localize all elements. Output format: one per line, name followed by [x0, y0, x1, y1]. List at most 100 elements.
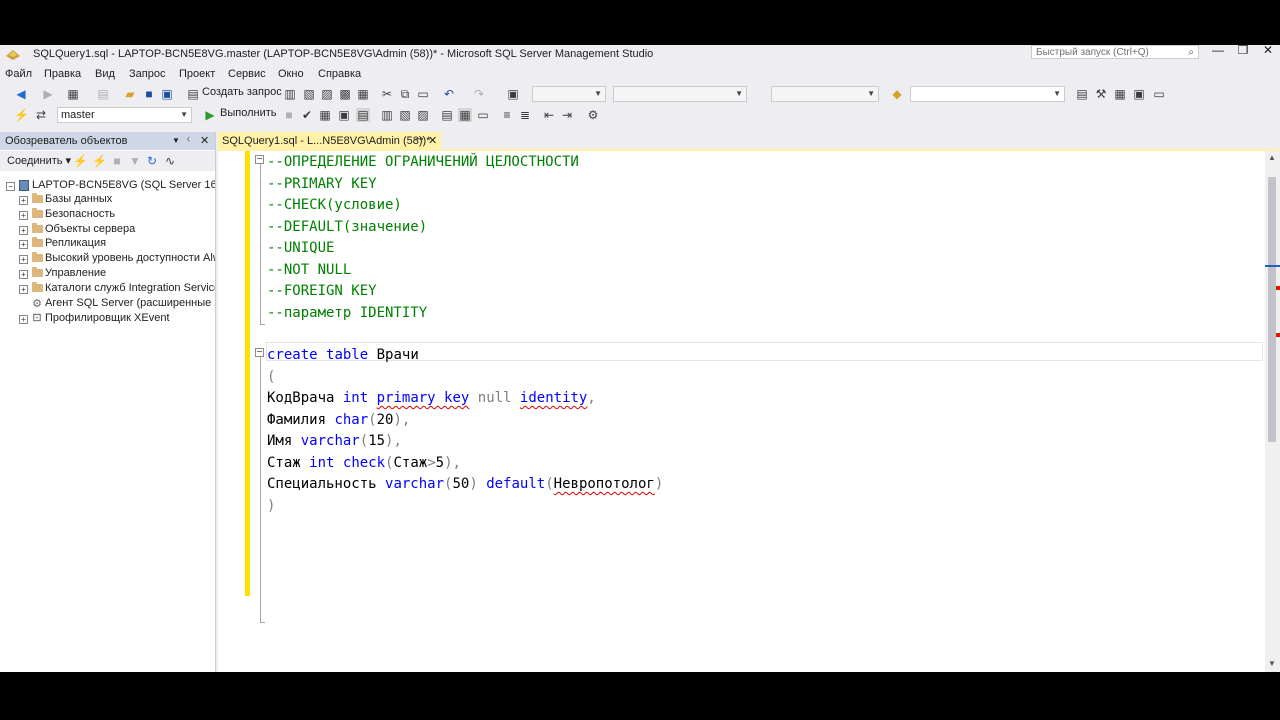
expand-icon[interactable]: +: [19, 270, 28, 279]
connect-icon[interactable]: ⚡: [73, 154, 88, 168]
vertical-scrollbar[interactable]: ▲ ▼: [1265, 151, 1280, 672]
live-stats-icon[interactable]: ▧: [398, 108, 412, 122]
debug-target-dropdown[interactable]: ▼: [771, 86, 879, 102]
object-explorer-tree: − LAPTOP-BCN5E8VG (SQL Server 16.0.100 +…: [0, 172, 215, 672]
intellisense-icon[interactable]: ▤: [356, 108, 370, 122]
maximize-button[interactable]: ❐: [1231, 45, 1255, 59]
menu-tools[interactable]: Сервис: [228, 68, 266, 80]
connect-icon[interactable]: ⚡: [14, 108, 29, 122]
sql-operator: >: [427, 454, 436, 471]
copy-icon[interactable]: ⧉: [398, 87, 412, 101]
expand-icon[interactable]: +: [19, 285, 28, 294]
expand-icon[interactable]: +: [19, 255, 28, 264]
open-file-icon[interactable]: ▰: [123, 87, 137, 101]
results-file-icon[interactable]: ▭: [476, 108, 490, 122]
scroll-down-icon[interactable]: ▼: [1268, 659, 1276, 668]
close-window-button[interactable]: ✕: [1256, 45, 1280, 59]
parse-icon[interactable]: ✔: [300, 108, 314, 122]
quick-launch-input[interactable]: Быстрый запуск (Ctrl+Q) ⌕: [1031, 45, 1199, 59]
comment-icon[interactable]: ≡: [500, 108, 514, 122]
find-in-files-icon[interactable]: ◆: [890, 87, 904, 101]
menu-window[interactable]: Окно: [278, 68, 304, 80]
expand-icon[interactable]: +: [19, 226, 28, 235]
menu-project[interactable]: Проект: [179, 68, 215, 80]
menu-file[interactable]: Файл: [5, 68, 32, 80]
mdx-query-icon[interactable]: ▧: [302, 87, 316, 101]
collapse-region-icon[interactable]: −: [255, 348, 264, 358]
pin-icon[interactable]: ᚲ: [185, 134, 192, 146]
results-grid-icon[interactable]: ▦: [458, 108, 472, 122]
object-explorer-icon[interactable]: ▣: [1132, 87, 1146, 101]
query-designer-icon[interactable]: ▣: [337, 108, 351, 122]
platform-dropdown[interactable]: ▼: [613, 86, 747, 102]
collapse-region-icon[interactable]: −: [255, 155, 264, 165]
uncomment-icon[interactable]: ≣: [518, 108, 532, 122]
refresh-icon[interactable]: ↻: [145, 154, 159, 168]
new-project-icon[interactable]: ▦: [66, 87, 80, 101]
registered-servers-icon[interactable]: ▭: [1152, 87, 1166, 101]
xmla-query-icon[interactable]: ▩: [338, 87, 352, 101]
expand-icon[interactable]: +: [19, 240, 28, 249]
sql-number: 5: [435, 454, 445, 471]
save-all-icon[interactable]: ▣: [160, 87, 174, 101]
change-connection-icon[interactable]: ⇄: [34, 108, 48, 122]
forward-icon[interactable]: ▶: [41, 87, 55, 101]
specify-values-icon[interactable]: ⚙: [586, 108, 600, 122]
sql-keyword: primary key: [376, 390, 470, 406]
tree-node-label: Объекты сервера: [45, 223, 136, 235]
activity-monitor-icon[interactable]: ▣: [506, 87, 520, 101]
scrollbar-thumb[interactable]: [1268, 177, 1276, 442]
menu-view[interactable]: Вид: [95, 68, 115, 80]
new-item-icon[interactable]: ▤: [96, 87, 110, 101]
filter-icon[interactable]: ▼: [128, 154, 142, 168]
code-line: --UNIQUE: [267, 240, 335, 256]
expand-icon[interactable]: +: [19, 211, 28, 220]
expand-icon[interactable]: +: [19, 196, 28, 205]
menu-query[interactable]: Запрос: [129, 68, 165, 80]
redo-icon[interactable]: ↷: [472, 87, 486, 101]
sql-editor[interactable]: − − --ОПРЕДЕЛЕНИЕ ОГРАНИЧЕНИЙ ЦЕЛОСТНОСТ…: [218, 151, 1265, 672]
execute-button[interactable]: Выполнить: [220, 107, 276, 123]
solution-config-dropdown[interactable]: ▼: [532, 86, 606, 102]
xevent-icon: ⊡: [32, 312, 42, 324]
folder-icon: [32, 282, 43, 292]
cut-icon[interactable]: ✂: [380, 87, 394, 101]
scroll-up-icon[interactable]: ▲: [1268, 153, 1276, 162]
toolbox-icon[interactable]: ▦: [1113, 87, 1127, 101]
menu-edit[interactable]: Правка: [44, 68, 81, 80]
results-text-icon[interactable]: ▤: [440, 108, 454, 122]
dax-query-icon[interactable]: ▦: [356, 87, 370, 101]
increase-indent-icon[interactable]: ⇥: [560, 108, 574, 122]
minimize-button[interactable]: —: [1206, 45, 1230, 59]
stop-icon[interactable]: ■: [110, 154, 124, 168]
close-tab-icon[interactable]: ✕: [428, 134, 437, 147]
cancel-query-icon[interactable]: ■: [282, 108, 296, 122]
activity-icon[interactable]: ∿: [163, 154, 177, 168]
paste-icon[interactable]: ▭: [416, 87, 430, 101]
chevron-down-icon[interactable]: ▼: [172, 136, 180, 145]
new-query-button[interactable]: Создать запрос: [202, 86, 282, 102]
decrease-indent-icon[interactable]: ⇤: [542, 108, 556, 122]
collapse-icon[interactable]: −: [6, 182, 15, 191]
back-icon[interactable]: ◀: [14, 87, 28, 101]
find-combo[interactable]: ▼: [910, 86, 1065, 102]
estimated-plan-icon[interactable]: ▦: [318, 108, 332, 122]
client-stats-icon[interactable]: ▨: [416, 108, 430, 122]
undo-icon[interactable]: ↶: [442, 87, 456, 101]
database-dropdown[interactable]: master ▼: [57, 107, 192, 123]
expand-icon[interactable]: +: [19, 315, 28, 324]
properties-icon[interactable]: ⚒: [1094, 87, 1108, 101]
close-icon[interactable]: ✕: [200, 134, 209, 147]
disconnect-icon[interactable]: ⚡: [92, 154, 107, 168]
pin-icon[interactable]: ⊸: [415, 134, 423, 145]
save-icon[interactable]: ■: [142, 87, 156, 101]
actual-plan-icon[interactable]: ▥: [380, 108, 394, 122]
solution-explorer-icon[interactable]: ▤: [1075, 87, 1089, 101]
code-line: --PRIMARY KEY: [267, 175, 377, 192]
menu-help[interactable]: Справка: [318, 68, 361, 80]
dmx-query-icon[interactable]: ▨: [320, 87, 334, 101]
connect-dropdown-button[interactable]: Соединить ▾: [7, 154, 71, 170]
db-engine-query-icon[interactable]: ▥: [283, 87, 297, 101]
tab-sqlquery1[interactable]: SQLQuery1.sql - L...N5E8VG\Admin (58))* …: [218, 132, 441, 150]
sql-column-name: Специальность: [267, 476, 377, 492]
